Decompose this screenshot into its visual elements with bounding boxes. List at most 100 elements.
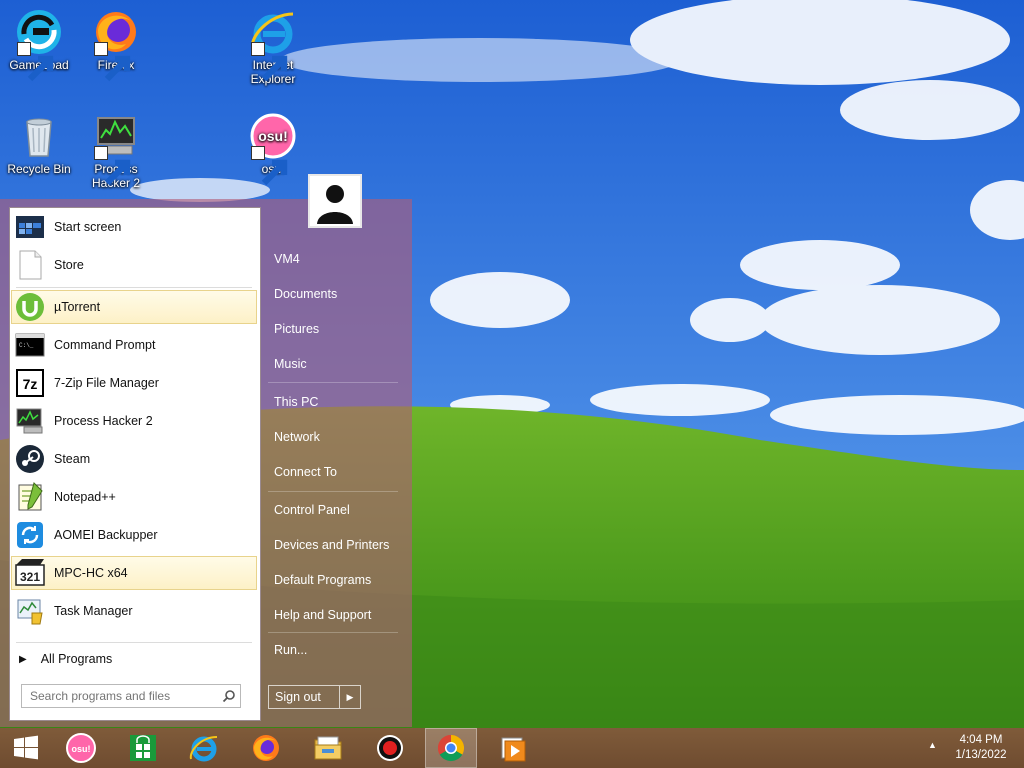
steam-icon (16, 445, 44, 473)
shortcut-arrow-icon (17, 42, 54, 82)
clock-date: 1/13/2022 (955, 749, 1007, 761)
shortcut-arrow-icon (251, 42, 288, 82)
program-utorrent[interactable]: µTorrent (11, 290, 257, 324)
program-label: Start screen (54, 220, 122, 234)
firefox-icon (253, 735, 279, 761)
search-icon[interactable] (218, 685, 240, 707)
sign-out-button[interactable]: Sign out (269, 686, 340, 708)
program-label: Store (54, 258, 84, 272)
program-label: Notepad++ (54, 490, 116, 504)
start-link-documents[interactable]: Documents (272, 279, 402, 309)
utorrent-icon (16, 293, 44, 321)
separator (16, 287, 252, 288)
taskbar-record[interactable] (364, 728, 416, 768)
taskbar-clock[interactable]: 4:04 PM 1/13/2022 (946, 733, 1016, 763)
program-store[interactable]: Store (11, 248, 257, 282)
record-icon (377, 735, 403, 761)
start-screen-icon (16, 216, 44, 238)
desktop-icon-firefox[interactable]: Firefox (80, 8, 152, 82)
7zip-icon: 7z (16, 369, 44, 397)
desktop-icon-process-hacker[interactable]: Process Hacker 2 (80, 112, 152, 190)
desktop-icon-gameload[interactable]: GameLoad (3, 8, 75, 82)
taskbar-file-explorer[interactable] (302, 728, 354, 768)
user-account-picture[interactable] (308, 174, 362, 228)
search-input[interactable] (22, 688, 218, 704)
start-link-help-and-support[interactable]: Help and Support (272, 600, 402, 630)
desktop-icon-recycle-bin[interactable]: Recycle Bin (3, 112, 75, 176)
start-link-this-pc[interactable]: This PC (272, 387, 402, 417)
taskbar-internet-explorer[interactable] (178, 728, 230, 768)
start-link-default-programs[interactable]: Default Programs (272, 565, 402, 595)
start-link-connect-to[interactable]: Connect To (272, 457, 402, 487)
notepadpp-icon (18, 482, 43, 511)
program-notepadpp[interactable]: Notepad++ (11, 480, 257, 514)
file-explorer-icon (314, 736, 342, 760)
user-avatar-icon (310, 176, 360, 226)
program-label: AOMEI Backupper (54, 528, 158, 542)
desktop-icon-osu[interactable]: osu! osu! (237, 112, 309, 186)
program-7zip[interactable]: 7z 7-Zip File Manager (11, 366, 257, 400)
separator (16, 642, 252, 643)
search-programs-box[interactable] (21, 684, 241, 708)
show-hidden-icons-arrow[interactable]: ▲ (928, 740, 937, 750)
all-programs-button[interactable]: ▶ All Programs (11, 648, 257, 670)
windows-logo-icon (14, 735, 38, 760)
program-command-prompt[interactable]: C:\_ Command Prompt (11, 328, 257, 362)
aomei-icon (17, 522, 43, 548)
program-steam[interactable]: Steam (11, 442, 257, 476)
program-label: µTorrent (54, 300, 101, 314)
program-start-screen[interactable]: Start screen (11, 210, 257, 244)
start-link-network[interactable]: Network (272, 422, 402, 452)
program-label: MPC-HC x64 (54, 566, 128, 580)
desktop-icon-label: Recycle Bin (7, 162, 71, 176)
clock-time: 4:04 PM (959, 734, 1003, 746)
svg-text:7z: 7z (23, 376, 38, 392)
start-link-devices-and-printers[interactable]: Devices and Printers (272, 530, 402, 560)
shutdown-options-arrow-icon[interactable]: ▶ (340, 686, 360, 708)
shortcut-arrow-icon (94, 146, 131, 186)
separator (268, 491, 398, 492)
svg-text:osu!: osu! (258, 128, 288, 144)
start-link-vm4[interactable]: VM4 (272, 244, 402, 274)
desktop-icon-internet-explorer[interactable]: Internet Explorer (237, 8, 309, 86)
program-process-hacker[interactable]: Process Hacker 2 (11, 404, 257, 438)
program-aomei[interactable]: AOMEI Backupper (11, 518, 257, 552)
start-link-control-panel[interactable]: Control Panel (272, 495, 402, 525)
recycle-bin-icon (26, 118, 52, 157)
store-icon (19, 250, 42, 280)
process-hacker-icon (16, 408, 43, 434)
start-link-run[interactable]: Run... (272, 635, 402, 665)
svg-text:321: 321 (20, 570, 40, 584)
taskbar-start-button[interactable] (0, 728, 52, 768)
media-player-icon (501, 737, 526, 762)
svg-text:C:\_: C:\_ (19, 342, 34, 349)
triangle-right-icon: ▶ (19, 653, 27, 665)
shortcut-arrow-icon (251, 146, 288, 186)
taskbar-store[interactable] (117, 728, 169, 768)
start-link-music[interactable]: Music (272, 349, 402, 379)
program-label: Steam (54, 452, 91, 466)
sign-out-group: Sign out ▶ (268, 685, 361, 709)
shortcut-arrow-icon (94, 42, 131, 82)
mpc-hc-icon: 321 (15, 559, 45, 586)
program-label: Command Prompt (54, 338, 156, 352)
chrome-icon (437, 734, 465, 762)
taskbar-media-player[interactable] (487, 728, 539, 768)
taskbar-chrome[interactable] (425, 728, 477, 768)
svg-text:osu!: osu! (72, 744, 91, 754)
separator (268, 382, 398, 383)
internet-explorer-icon (189, 736, 218, 762)
store-icon (130, 735, 156, 761)
start-menu-programs-panel: Start screen Store µTorrent C:\_ Command… (9, 207, 261, 721)
program-mpc-hc[interactable]: 321 MPC-HC x64 (11, 556, 257, 590)
program-label: Process Hacker 2 (54, 414, 153, 428)
osu-icon: osu! (66, 733, 96, 763)
taskbar-firefox[interactable] (240, 728, 292, 768)
start-link-pictures[interactable]: Pictures (272, 314, 402, 344)
command-prompt-icon: C:\_ (15, 333, 45, 357)
all-programs-label: All Programs (40, 652, 113, 666)
taskbar: osu! ▲ 4:04 PM 1/13/2022 (0, 728, 1024, 768)
task-manager-icon (17, 599, 43, 625)
program-task-manager[interactable]: Task Manager (11, 594, 257, 628)
taskbar-osu[interactable]: osu! (55, 728, 107, 768)
